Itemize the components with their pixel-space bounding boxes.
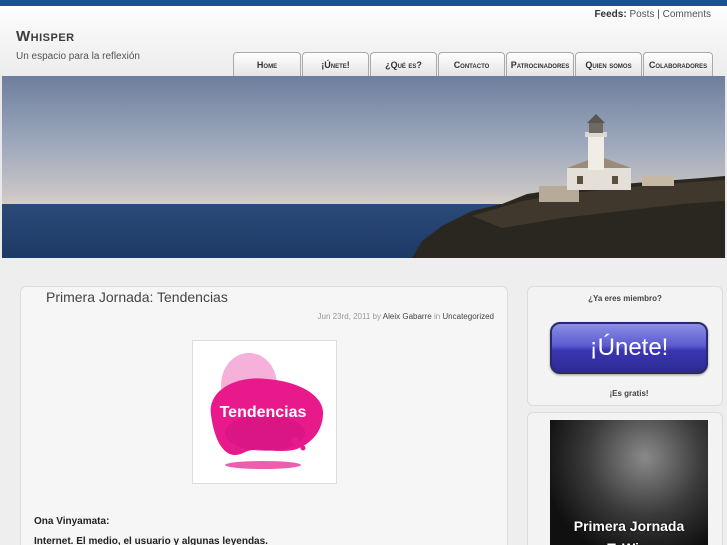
post-in: in [433, 312, 441, 321]
post-line-2: Internet. El medio, el usuario y algunas… [34, 536, 268, 545]
post-line-1: Ona Vinyamata: [34, 516, 110, 527]
free-label: ¡Es gratis! [609, 389, 649, 398]
promo-line-1: Primera Jornada [573, 518, 685, 534]
nav-tab-colaboradores[interactable]: Colaboradores [643, 52, 713, 76]
join-button[interactable]: ¡Únete! [550, 322, 708, 374]
nav-tab-unete[interactable]: ¡Únete! [302, 52, 369, 76]
main-nav: Home ¡Únete! ¿Qué es? Contacto Patrocina… [233, 52, 714, 76]
nav-tab-patrocinadores[interactable]: Patrocinadores [506, 52, 574, 76]
post-body: Ona Vinyamata: Internet. El medio, el us… [34, 512, 268, 545]
nav-tab-que-es[interactable]: ¿Qué es? [370, 52, 437, 76]
post-author-link[interactable]: Aleix Gabarre [383, 312, 432, 321]
post-category-link[interactable]: Uncategorized [442, 312, 494, 321]
post-by: by [372, 312, 381, 321]
feeds-label: Feeds: [594, 9, 627, 20]
post-image-tendencias[interactable]: Tendencias [192, 340, 337, 484]
nav-tab-home[interactable]: Home [233, 52, 301, 76]
site-tagline: Un espacio para la reflexión [16, 51, 140, 62]
feeds-posts-link[interactable]: Posts [629, 9, 654, 20]
nav-tab-quien-somos[interactable]: Quien somos [575, 52, 642, 76]
site-title[interactable]: Whisper [16, 28, 75, 45]
promo-text: Primera Jornada T. Wi... [550, 515, 708, 545]
post-date: Jun 23rd, 2011 [317, 312, 371, 321]
post-title[interactable]: Primera Jornada: Tendencias [46, 289, 228, 305]
feeds-comments-link[interactable]: Comments [663, 9, 711, 20]
feeds-bar: Feeds: Posts | Comments [594, 9, 711, 20]
tendencias-image-text: Tendencias [220, 404, 307, 421]
promo-line-2: T. Wi... [550, 537, 708, 545]
lighthouse-cliff-illustration [412, 114, 725, 258]
post-meta: Jun 23rd, 2011 by Aleix Gabarre in Uncat… [318, 312, 494, 321]
promo-banner-image[interactable]: Primera Jornada T. Wi... [550, 420, 708, 545]
feeds-separator: | [657, 9, 660, 20]
member-heading: ¿Ya eres miembro? [588, 294, 662, 303]
header-banner-image [2, 76, 725, 258]
nav-tab-contacto[interactable]: Contacto [438, 52, 505, 76]
tendencias-graphic: Tendencias [210, 353, 324, 469]
